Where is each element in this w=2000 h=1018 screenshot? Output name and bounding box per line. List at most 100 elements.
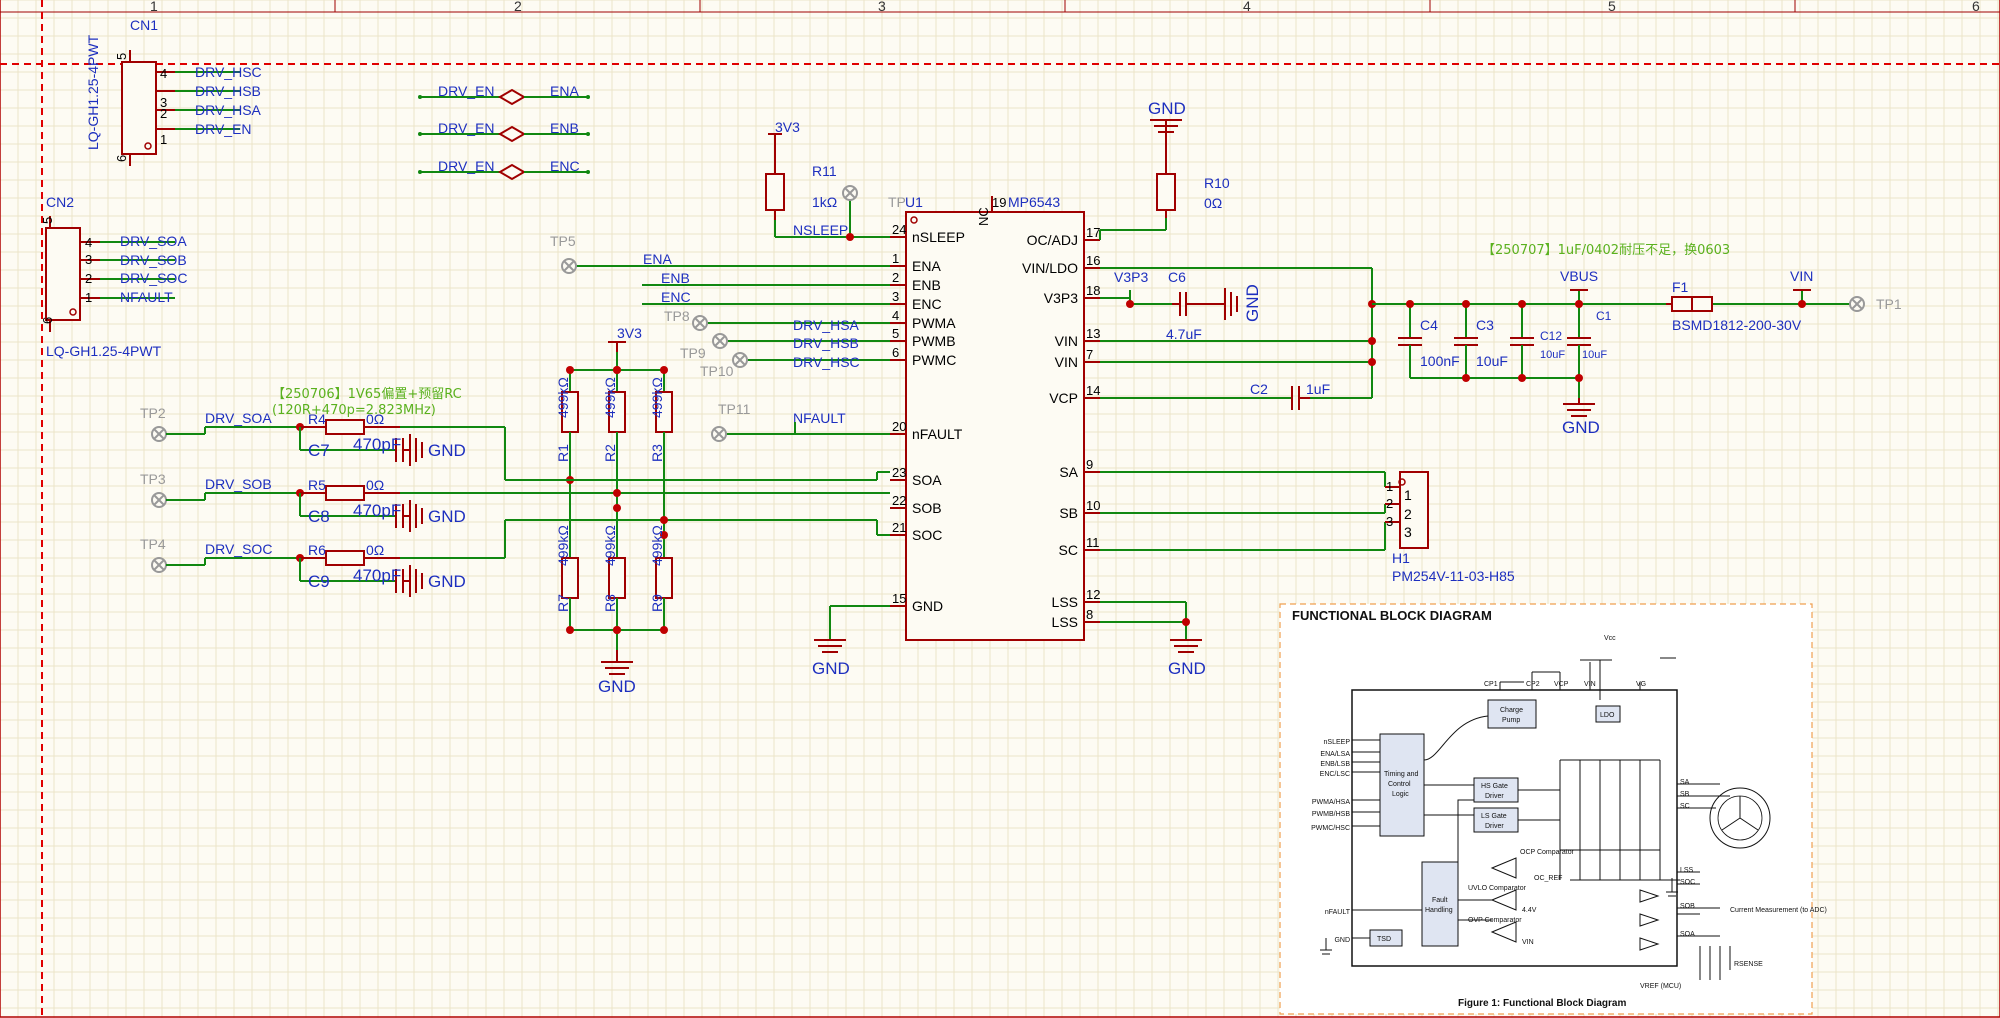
fbd-top-label: VCP [1554, 681, 1569, 688]
fbd-fault-2: Handling [1425, 907, 1453, 914]
c4-value: 100nF [1420, 353, 1460, 369]
fbd-top-label: CP1 [1484, 681, 1498, 688]
u1-pin-num: 17 [1086, 225, 1100, 240]
cap-ref: C7 [308, 441, 330, 460]
fbd-rsense: RSENSE [1734, 961, 1763, 968]
u1-pin-num: 1 [892, 251, 899, 266]
testpoint-tp8[interactable] [692, 315, 708, 331]
junction [660, 366, 668, 374]
fbd-output-label: SOB [1680, 903, 1695, 910]
fbd-fault-1: Fault [1432, 897, 1448, 904]
cap-value: 470pF [353, 435, 401, 454]
net-drv-en-cn1: DRV_EN [195, 121, 252, 137]
fbd-ref-vin: VIN [1522, 939, 1534, 946]
net-drv-hsa-label: DRV_HSA [793, 317, 860, 333]
rc-filter-drv_sob[interactable] [151, 485, 890, 532]
u1-pin-num: 9 [1086, 457, 1093, 472]
divider-top-ref: R1 [555, 444, 571, 462]
u1-pin-num: 20 [892, 419, 906, 434]
ruler-ticks [334, 0, 1796, 12]
fbd-hs-1: HS Gate [1481, 783, 1508, 790]
rail-3v3-divider [608, 341, 626, 352]
fbd-top-label: VG [1636, 681, 1646, 688]
divider-top-value: 499kΩ [649, 377, 665, 418]
fbd-input-label: ENA/LSA [1320, 751, 1350, 758]
testpoint-tp9[interactable] [712, 333, 728, 349]
fbd-ldo: LDO [1600, 712, 1615, 719]
fbd-comp-ocp: OCP Comparator [1520, 849, 1575, 856]
fuse-f1[interactable] [1666, 296, 1713, 312]
c6-ref: C6 [1168, 269, 1186, 285]
net-drv-hsb-cn1: DRV_HSB [195, 83, 261, 99]
divider-top-ref: R3 [649, 444, 665, 462]
capacitor-c6[interactable] [1172, 292, 1225, 316]
fbd-input-label: PWMB/HSB [1312, 811, 1350, 818]
h1-pin-1: 1 [1404, 487, 1412, 503]
u1-pin-name: V3P3 [1044, 290, 1078, 306]
h1-pin-num-1: 1 [1386, 479, 1393, 494]
fbd-top-label: Vcc [1604, 635, 1616, 642]
gnd-c6-label: GND [1243, 284, 1262, 322]
u1-pin-name: nSLEEP [912, 229, 965, 245]
resistor-r11[interactable] [765, 150, 785, 220]
junction [1368, 337, 1376, 345]
r10-ref: R10 [1204, 175, 1230, 191]
h1-ref: H1 [1392, 550, 1410, 566]
u1-pin-num: 24 [892, 222, 906, 237]
schematic-canvas: 1 2 3 4 5 6 CN1 LQ-GH1.25-4PWT 4 3 2 1 5… [0, 0, 2000, 1018]
fbd-input-label: PWMA/HSA [1312, 799, 1350, 806]
gnd-label: GND [428, 572, 466, 591]
divider-top-value: 499kΩ [602, 377, 618, 418]
u1-pin-name: SOB [912, 500, 942, 516]
testpoint-r11[interactable] [842, 185, 858, 201]
cap-ref: C9 [308, 572, 330, 591]
r11-value: 1kΩ [812, 194, 837, 210]
u1-pin-name: LSS [1052, 594, 1078, 610]
junction [1518, 300, 1526, 308]
u1-pin-num: 2 [892, 270, 899, 285]
u1-pin-num: 14 [1086, 383, 1100, 398]
u1-ref: U1 [905, 194, 923, 210]
fbd-charge-2: Pump [1502, 717, 1520, 724]
testpoint-tp10[interactable] [732, 352, 748, 368]
fbd-output-label: SOC [1680, 879, 1695, 886]
net-label-drv_soc: DRV_SOC [205, 541, 272, 557]
cap-value: 470pF [353, 566, 401, 585]
divider-bottom-ref: R7 [555, 594, 571, 612]
resistor-r10[interactable] [1156, 132, 1176, 218]
gnd-ic-label: GND [812, 659, 850, 678]
u1-part: MP6543 [1008, 194, 1060, 210]
u1-pin-num: 12 [1086, 587, 1100, 602]
net-drv-hsa-cn1: DRV_HSA [195, 102, 262, 118]
junction [566, 626, 574, 634]
h1-part: PM254V-11-03-H85 [1392, 568, 1515, 584]
cn1-pin-4: 4 [160, 66, 167, 81]
net-enb-label: ENB [661, 270, 690, 286]
u1-pin-num: 4 [892, 308, 899, 323]
net-drv-hsc-cn1: DRV_HSC [195, 64, 262, 80]
cap-note: 【250707】1uF/0402耐压不足，换0603 [1482, 243, 1730, 258]
cn1-ref: CN1 [130, 17, 158, 33]
u1-pin-num: 3 [892, 289, 899, 304]
cn2-pin-2: 2 [85, 271, 92, 286]
testpoint-tp1[interactable] [1840, 296, 1865, 312]
net-ena-label: ENA [643, 251, 672, 267]
junction [1798, 300, 1806, 308]
u1-pin-name: ENC [912, 296, 942, 312]
net-enc-label: ENC [661, 289, 691, 305]
u1-pin-num: 10 [1086, 498, 1100, 513]
gnd-cap-bank-label: GND [1562, 418, 1600, 437]
rc-note: 【250706】1V65偏置+预留RC [272, 387, 462, 402]
testpoint-tp5[interactable] [561, 258, 577, 274]
cn1-pin-2: 2 [160, 106, 167, 121]
gnd-top-label: GND [1148, 99, 1186, 118]
fbd-comp-ovp: OVP Comparator [1468, 917, 1522, 924]
fbd-output-label: SOA [1680, 931, 1695, 938]
rail-3v3-top [768, 133, 782, 150]
fbd-hs-2: Driver [1485, 793, 1504, 800]
tp8-label: TP8 [664, 308, 690, 324]
net-drv-hsb-label: DRV_HSB [793, 335, 859, 351]
net-vbus-label: VBUS [1560, 268, 1598, 284]
fbd-output-label: LSS [1680, 867, 1694, 874]
cn2-part: LQ-GH1.25-4PWT [46, 343, 162, 359]
